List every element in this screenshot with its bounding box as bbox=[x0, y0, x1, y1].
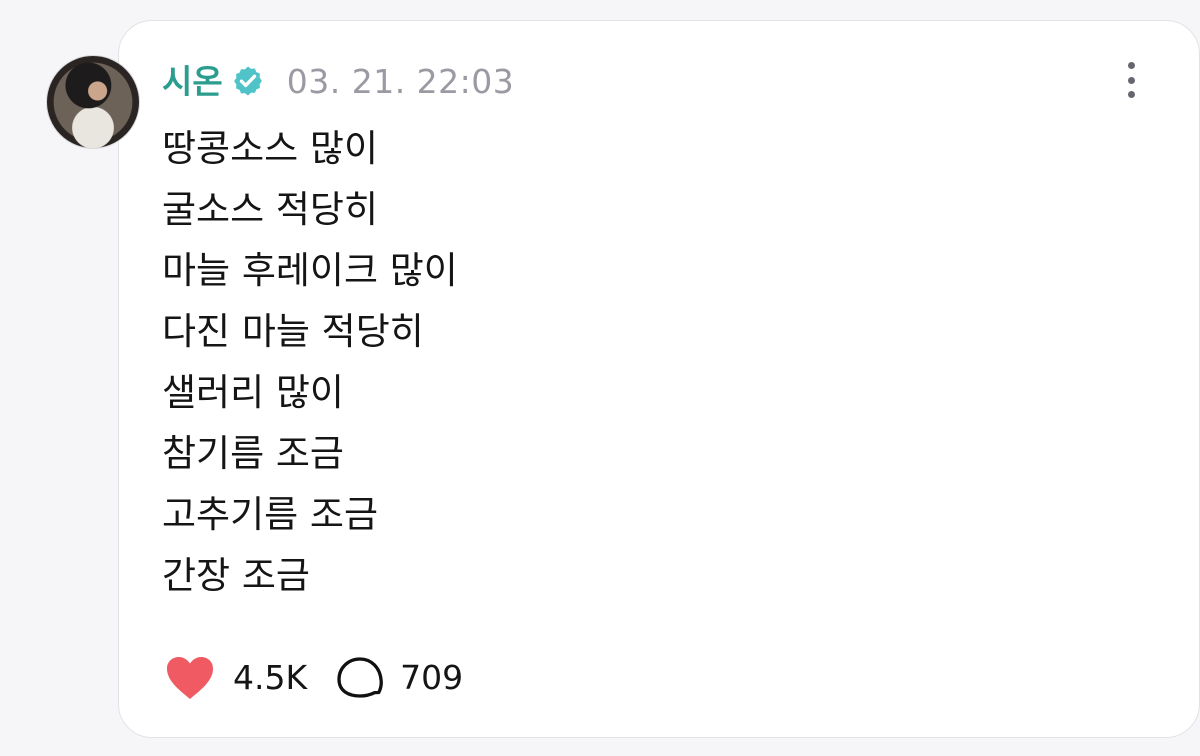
post-text: 땅콩소스 많이 굴소스 적당히 마늘 후레이크 많이 다진 마늘 적당히 샐러리… bbox=[162, 118, 1062, 606]
heart-icon bbox=[163, 653, 217, 701]
post-line: 참기름 조금 bbox=[162, 432, 344, 475]
post-actions: 4.5K 709 bbox=[163, 650, 463, 704]
author-name[interactable]: 시온 bbox=[162, 65, 223, 98]
more-dot-icon bbox=[1127, 91, 1135, 98]
post-line: 간장 조금 bbox=[162, 554, 310, 597]
like-count: 4.5K bbox=[233, 657, 308, 697]
post-line: 마늘 후레이크 많이 bbox=[162, 249, 458, 292]
like-button[interactable]: 4.5K bbox=[163, 653, 307, 701]
more-options-button[interactable] bbox=[1116, 59, 1146, 101]
more-dot-icon bbox=[1127, 62, 1135, 69]
more-dot-icon bbox=[1127, 76, 1135, 84]
verified-icon bbox=[231, 64, 265, 98]
post-line: 굴소스 적당히 bbox=[162, 188, 379, 231]
post-line: 샐러리 많이 bbox=[162, 371, 344, 414]
comment-count: 709 bbox=[400, 657, 464, 697]
comment-icon bbox=[336, 654, 384, 700]
post-line: 땅콩소스 많이 bbox=[162, 127, 379, 170]
comment-button[interactable]: 709 bbox=[336, 654, 463, 700]
page: 시온 03. 21. 22:03 땅콩소스 많이 굴소스 적당히 마늘 후레이크… bbox=[0, 0, 1200, 756]
avatar[interactable] bbox=[46, 55, 140, 149]
post-line: 다진 마늘 적당히 bbox=[162, 310, 424, 353]
post-timestamp: 03. 21. 22:03 bbox=[286, 61, 515, 101]
post-header: 시온 03. 21. 22:03 bbox=[162, 56, 514, 106]
post-line: 고추기름 조금 bbox=[162, 493, 379, 536]
